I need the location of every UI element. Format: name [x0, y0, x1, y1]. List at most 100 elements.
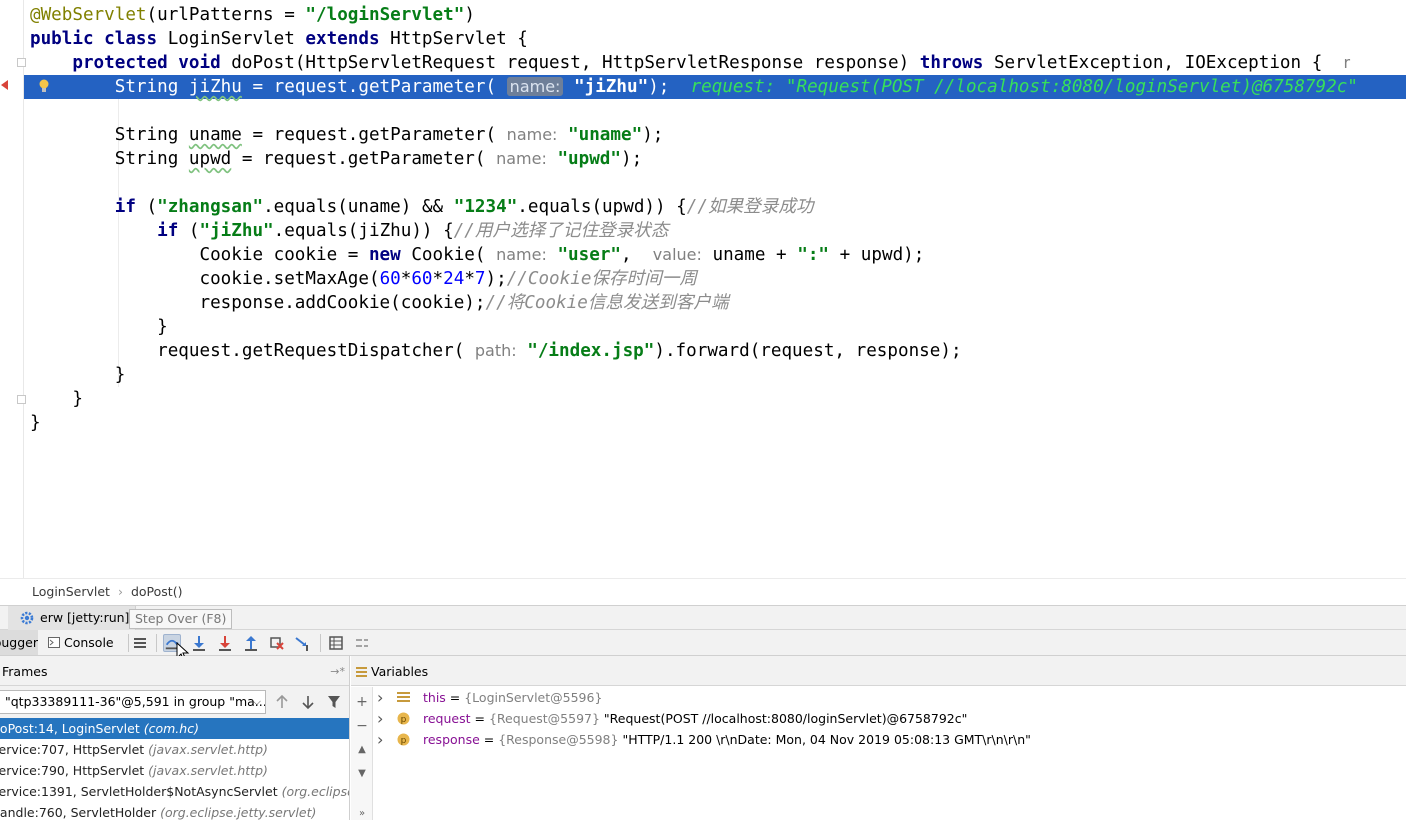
code-line[interactable]: @WebServlet(urlPatterns = "/loginServlet…	[30, 3, 1406, 27]
code-token: jiZhu	[188, 77, 242, 97]
debugger-toolbar: Debugger Console →*	[0, 630, 1406, 675]
frame-row[interactable]: service:1391, ServletHolder$NotAsyncServ…	[0, 781, 349, 802]
code-token: (	[188, 221, 200, 241]
execution-line[interactable]: String jiZhu = request.getParameter( nam…	[24, 75, 1406, 99]
filter-icon[interactable]	[326, 693, 342, 711]
force-step-into-icon[interactable]	[216, 634, 234, 652]
fold-marker-icon[interactable]	[17, 58, 26, 67]
code-line[interactable]: Cookie cookie = new Cookie( name: "user"…	[30, 243, 1406, 267]
breadcrumb: LoginServlet › doPost()	[0, 578, 1406, 605]
editor-gutter[interactable]	[0, 0, 26, 578]
frames-list[interactable]: doPost:14, LoginServlet (com.hc) service:…	[0, 718, 349, 820]
chevron-right-icon[interactable]: ›	[377, 687, 383, 708]
variables-title: Variables	[371, 664, 429, 679]
arrow-down-icon[interactable]	[300, 693, 316, 711]
frame-method: service:707, HttpServlet	[0, 742, 149, 757]
trace-current-stream-icon[interactable]	[353, 634, 371, 652]
fold-marker-icon[interactable]	[17, 395, 26, 404]
toolbar-divider	[320, 634, 321, 652]
variables-header: Variables	[351, 656, 1406, 686]
code-token: path:	[474, 341, 517, 360]
code-editor[interactable]: @WebServlet(urlPatterns = "/loginServlet…	[0, 0, 1406, 578]
move-up-icon[interactable]: ▲	[355, 743, 369, 757]
code-line[interactable]: }	[30, 411, 1406, 435]
code-token: //如果登录成功	[686, 197, 814, 217]
code-token: Cookie(	[411, 245, 497, 265]
step-into-icon[interactable]	[190, 634, 208, 652]
code-line[interactable]	[30, 99, 1406, 123]
variables-list[interactable]: › this = {LoginServlet@5596} › p request = {…	[377, 687, 1406, 750]
remove-watch-icon[interactable]: −	[355, 719, 369, 733]
thread-selector[interactable]: "qtp33389111-36"@5,591 in group "ma... ⌵	[0, 690, 266, 714]
code-token: if	[114, 197, 147, 217]
code-token: //用户选择了记住登录状态	[453, 221, 669, 241]
chevron-right-icon[interactable]: ›	[377, 729, 383, 750]
variable-row[interactable]: › p request = {Request@5597} "Request(POST…	[377, 708, 1406, 729]
frames-title: Frames	[2, 664, 48, 679]
add-watch-icon[interactable]: +	[355, 695, 369, 709]
parameter-icon: p	[397, 712, 410, 725]
show-execution-point-icon[interactable]	[131, 634, 149, 652]
code-token: .equals(upwd)) {	[517, 197, 687, 217]
code-token: 60	[379, 269, 401, 289]
run-to-cursor-icon[interactable]	[294, 634, 312, 652]
tab-debugger[interactable]: Debugger	[0, 630, 38, 655]
code-lines[interactable]: @WebServlet(urlPatterns = "/loginServlet…	[24, 3, 1406, 435]
code-token: name:	[496, 149, 547, 168]
code-token: //Cookie保存时间一周	[506, 269, 697, 289]
code-token: String	[30, 125, 189, 145]
frame-package: (javax.servlet.http)	[148, 763, 268, 778]
code-token: + upwd);	[829, 245, 925, 265]
frame-row[interactable]: service:790, HttpServlet (javax.servlet.…	[0, 760, 349, 781]
code-token: }	[30, 389, 83, 409]
code-line[interactable]: }	[30, 387, 1406, 411]
frame-row[interactable]: doPost:14, LoginServlet (com.hc)	[0, 718, 349, 739]
variable-row[interactable]: › p response = {Response@5598} "HTTP/1.1 2…	[377, 729, 1406, 750]
code-line[interactable]: request.getRequestDispatcher( path: "/in…	[30, 339, 1406, 363]
breadcrumb-method[interactable]: doPost()	[131, 584, 183, 599]
frame-row[interactable]: handle:760, ServletHolder (org.eclipse.j…	[0, 802, 349, 820]
variables-toolbar: + − ▲ ▼ »	[351, 687, 373, 820]
variable-row[interactable]: › this = {LoginServlet@5596}	[377, 687, 1406, 708]
run-config-tab[interactable]: erw [jetty:run]	[8, 606, 137, 630]
code-token: );	[485, 269, 507, 289]
drop-frame-icon[interactable]	[268, 634, 286, 652]
evaluate-expression-icon[interactable]	[327, 634, 345, 652]
variables-icon	[356, 667, 367, 677]
lightbulb-icon[interactable]	[38, 79, 50, 93]
code-token: doPost(HttpServletRequest request, HttpS…	[231, 53, 920, 73]
code-token: value:	[652, 245, 702, 264]
code-line[interactable]: String uname = request.getParameter( nam…	[30, 123, 1406, 147]
tab-console[interactable]: Console →*	[44, 630, 126, 675]
code-line[interactable]: cookie.setMaxAge(60*60*24*7);//Cookie保存时…	[30, 267, 1406, 291]
code-token: String	[30, 149, 189, 169]
code-token: .equals(uname) &&	[263, 197, 454, 217]
move-down-icon[interactable]: ▼	[355, 767, 369, 781]
variable-ref: {LoginServlet@5596}	[464, 690, 603, 705]
frames-pin-icon[interactable]: →*	[330, 656, 345, 687]
breakpoint-icon[interactable]	[0, 80, 8, 90]
code-line[interactable]	[30, 171, 1406, 195]
code-line[interactable]: public class LoginServlet extends HttpSe…	[30, 27, 1406, 51]
code-token: "uname"	[568, 125, 643, 145]
code-line[interactable]: protected void doPost(HttpServletRequest…	[30, 51, 1406, 75]
code-token: );	[621, 149, 643, 169]
thread-name: "qtp33389111-36"@5,591 in group "ma...	[5, 694, 266, 709]
code-token: );	[648, 77, 691, 97]
code-line[interactable]: String upwd = request.getParameter( name…	[30, 147, 1406, 171]
code-line[interactable]: }	[30, 363, 1406, 387]
frame-row[interactable]: service:707, HttpServlet (javax.servlet.…	[0, 739, 349, 760]
code-token: uname	[188, 125, 242, 145]
breadcrumb-class[interactable]: LoginServlet	[32, 584, 110, 599]
chevron-right-icon[interactable]: ›	[377, 708, 383, 729]
code-line[interactable]: if ("jiZhu".equals(jiZhu)) {//用户选择了记住登录状…	[30, 219, 1406, 243]
expand-more-icon[interactable]: »	[355, 807, 369, 820]
step-out-icon[interactable]	[242, 634, 260, 652]
run-tab-bar: erw [jetty:run] Step Over (F8)	[0, 605, 1406, 630]
chevron-down-icon[interactable]: ⌵	[253, 691, 261, 713]
code-line[interactable]: }	[30, 315, 1406, 339]
code-line[interactable]: response.addCookie(cookie);//将Cookie信息发送…	[30, 291, 1406, 315]
code-line[interactable]: if ("zhangsan".equals(uname) && "1234".e…	[30, 195, 1406, 219]
arrow-up-icon[interactable]	[274, 693, 290, 711]
